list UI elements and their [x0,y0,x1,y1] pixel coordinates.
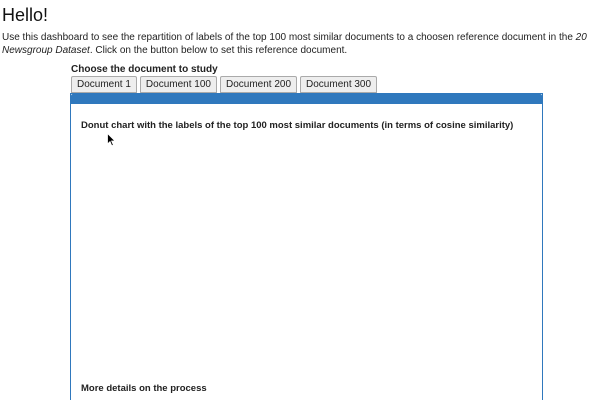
intro-text-after: . Click on the button below to set this … [89,45,348,56]
panel-header-bar [71,94,542,104]
tab-document-1[interactable]: Document 1 [71,76,137,93]
details-section-title: More details on the process [81,383,207,394]
donut-chart-title: Donut chart with the labels of the top 1… [81,120,514,131]
document-tabs: Document 1 Document 100 Document 200 Doc… [71,76,378,93]
document-selector-label: Choose the document to study [71,64,218,75]
intro-text-before: Use this dashboard to see the repartitio… [2,32,576,43]
results-panel: Donut chart with the labels of the top 1… [70,93,543,400]
intro-paragraph: Use this dashboard to see the repartitio… [2,31,594,57]
page-title: Hello! [2,5,49,25]
tab-document-200[interactable]: Document 200 [219,76,298,93]
tab-document-100[interactable]: Document 100 [139,76,217,93]
dashboard-page: Hello! Use this dashboard to see the rep… [0,0,600,400]
donut-chart-area [81,134,531,374]
tab-document-300[interactable]: Document 300 [300,76,378,93]
